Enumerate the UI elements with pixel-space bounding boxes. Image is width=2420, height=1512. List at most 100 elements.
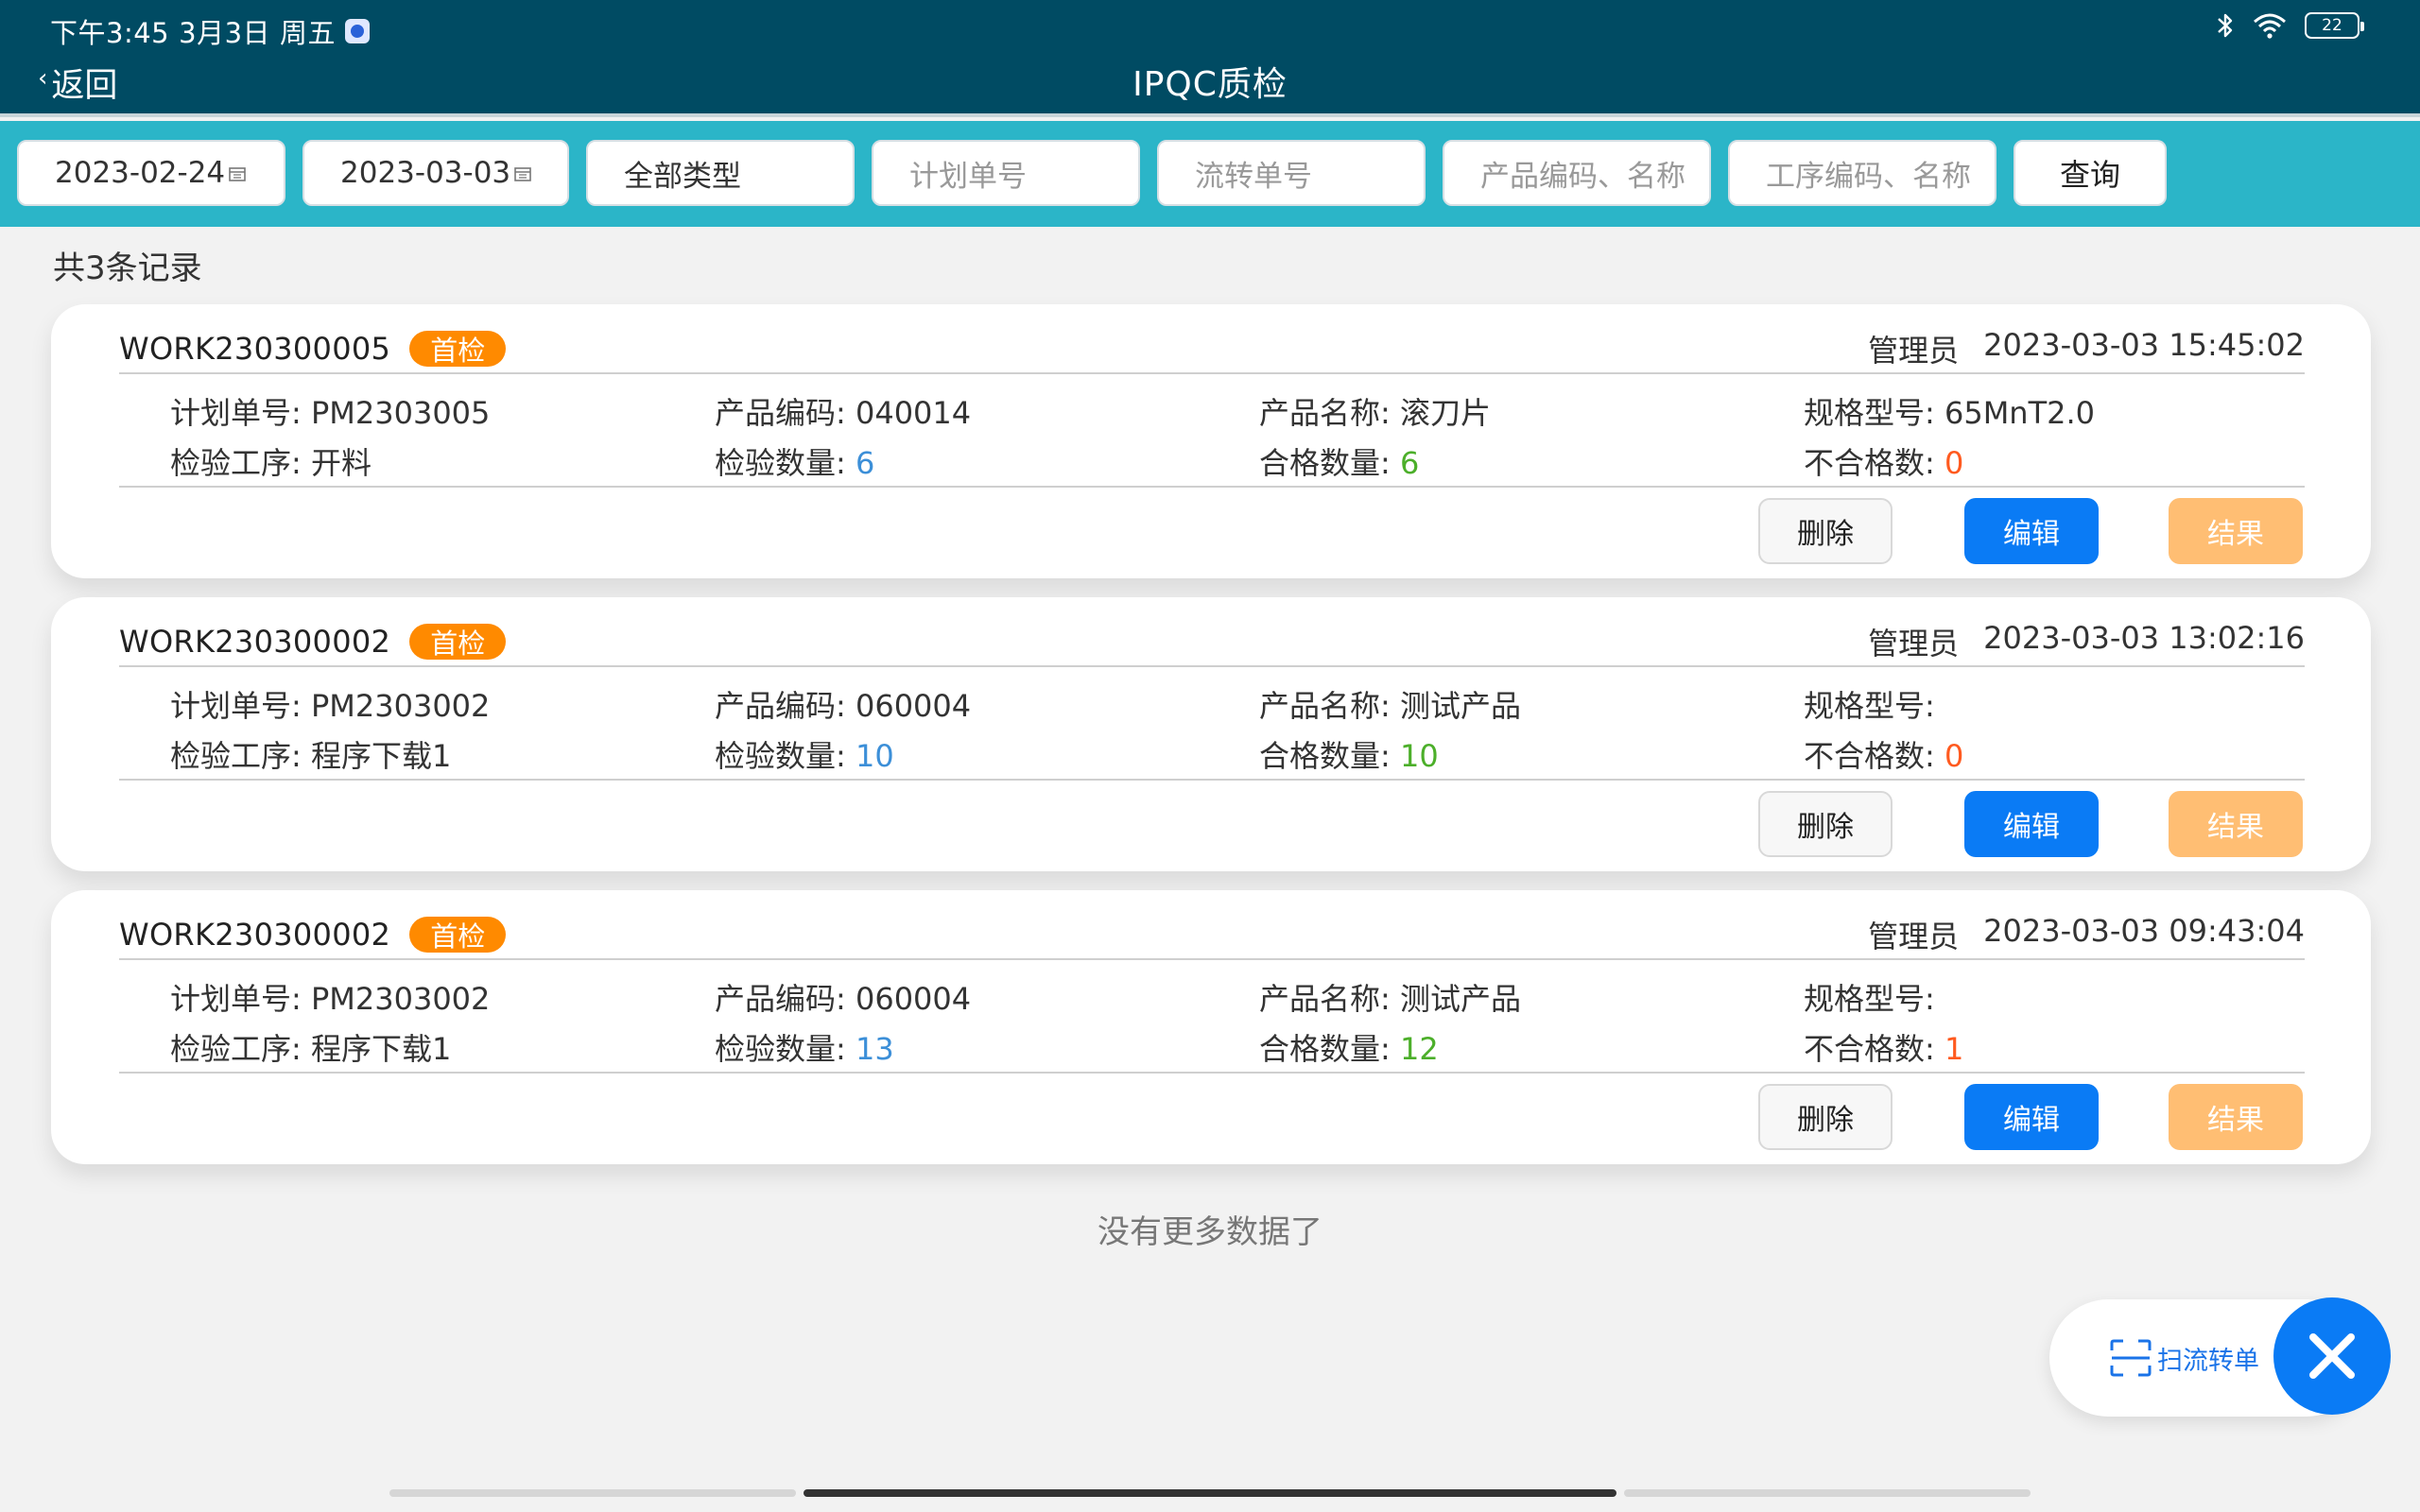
- gesture-bar-right: [1624, 1489, 2031, 1497]
- work-order-no: WORK230300005: [119, 331, 391, 367]
- divider: [119, 665, 2305, 667]
- home-indicator[interactable]: [804, 1489, 1616, 1497]
- status-bar-right: 22: [2216, 11, 2364, 40]
- result-button[interactable]: 结果: [2169, 498, 2303, 564]
- pass-qty-label: 合格数量:: [1259, 1031, 1391, 1067]
- plan-no-value: PM2303005: [310, 395, 491, 431]
- result-button[interactable]: 结果: [2169, 1084, 2303, 1150]
- inspect-qty-field: 检验数量: 6: [715, 439, 874, 483]
- pass-qty-field: 合格数量: 10: [1259, 732, 1439, 776]
- product-name-label: 产品名称:: [1259, 981, 1391, 1017]
- no-more-data: 没有更多数据了: [1098, 1213, 1322, 1251]
- end-date-picker[interactable]: 2023-03-03: [302, 140, 569, 206]
- inspect-qty-field: 检验数量: 10: [715, 732, 894, 776]
- record-meta: 管理员 2023-03-03 13:02:16: [1868, 620, 2305, 663]
- product-code-label: 产品编码:: [715, 688, 846, 724]
- edit-button[interactable]: 编辑: [1964, 498, 2099, 564]
- record-header: WORK230300002 首检 管理员 2023-03-03 13:02:16: [119, 618, 2305, 665]
- plan-no-field: 计划单号: PM2303002: [170, 975, 490, 1019]
- product-name-field: 产品名称: 测试产品: [1259, 682, 1521, 726]
- plan-no-label: 计划单号:: [170, 395, 302, 431]
- product-input[interactable]: 产品编码、名称: [1443, 140, 1711, 206]
- spec-label: 规格型号:: [1804, 981, 1935, 1017]
- process-input[interactable]: 工序编码、名称: [1728, 140, 1996, 206]
- status-time: 下午3:45: [50, 17, 170, 49]
- divider: [119, 779, 2305, 781]
- scan-icon: [2110, 1339, 2152, 1377]
- inspect-qty-field: 检验数量: 13: [715, 1025, 894, 1069]
- wifi-icon: [2254, 13, 2286, 39]
- fail-qty-value: 0: [1944, 738, 1964, 774]
- inspection-time: 2023-03-03 15:45:02: [1983, 327, 2305, 363]
- inspect-qty-label: 检验数量:: [715, 738, 846, 774]
- process-label: 检验工序:: [170, 1031, 302, 1067]
- filter-bar: 2023-02-24 2023-03-03 全部类型 计划单号 流转单号 产品编…: [0, 121, 2420, 227]
- plan-no-label: 计划单号:: [170, 981, 302, 1017]
- inspection-time: 2023-03-03 13:02:16: [1983, 620, 2305, 656]
- delete-button[interactable]: 删除: [1758, 1084, 1893, 1150]
- delete-button[interactable]: 删除: [1758, 498, 1893, 564]
- pass-qty-field: 合格数量: 12: [1259, 1025, 1439, 1069]
- product-code-field: 产品编码: 040014: [715, 389, 971, 433]
- product-name-value: 测试产品: [1399, 688, 1521, 724]
- flow-no-input[interactable]: 流转单号: [1157, 140, 1426, 206]
- spec-label: 规格型号:: [1804, 688, 1935, 724]
- delete-button[interactable]: 删除: [1758, 791, 1893, 857]
- process-field: 检验工序: 程序下载1: [170, 1025, 451, 1069]
- spec-label: 规格型号:: [1804, 395, 1935, 431]
- process-label: 检验工序:: [170, 445, 302, 481]
- product-code-field: 产品编码: 060004: [715, 975, 971, 1019]
- result-button[interactable]: 结果: [2169, 791, 2303, 857]
- fail-qty-label: 不合格数:: [1804, 445, 1935, 481]
- inspection-type-badge: 首检: [409, 917, 507, 953]
- start-date-value: 2023-02-24: [55, 156, 226, 190]
- product-code-value: 060004: [855, 688, 972, 724]
- spec-value: 65MnT2.0: [1944, 395, 2096, 431]
- type-select-value: 全部类型: [624, 159, 741, 194]
- plan-no-value: PM2303002: [310, 981, 491, 1017]
- divider: [119, 1072, 2305, 1074]
- gesture-bar-left: [389, 1489, 796, 1497]
- fail-qty-value: 0: [1944, 445, 1964, 481]
- edit-button[interactable]: 编辑: [1964, 1084, 2099, 1150]
- plan-no-label: 计划单号:: [170, 688, 302, 724]
- battery-icon: 22: [2305, 12, 2364, 39]
- record-card[interactable]: WORK230300005 首检 管理员 2023-03-03 15:45:02…: [51, 304, 2371, 578]
- inspection-time: 2023-03-03 09:43:04: [1983, 913, 2305, 949]
- product-code-value: 040014: [855, 395, 972, 431]
- fail-qty-value: 1: [1944, 1031, 1964, 1067]
- process-field: 检验工序: 开料: [170, 439, 372, 483]
- flow-no-placeholder: 流转单号: [1195, 159, 1312, 194]
- end-date-value: 2023-03-03: [340, 156, 511, 190]
- pass-qty-value: 12: [1399, 1031, 1439, 1067]
- process-label: 检验工序:: [170, 738, 302, 774]
- work-order-no: WORK230300002: [119, 917, 391, 953]
- inspect-qty-value: 13: [855, 1031, 894, 1067]
- record-card[interactable]: WORK230300002 首检 管理员 2023-03-03 13:02:16…: [51, 597, 2371, 871]
- start-date-picker[interactable]: 2023-02-24: [17, 140, 285, 206]
- process-value: 开料: [310, 445, 372, 481]
- close-fab-button[interactable]: [2273, 1297, 2391, 1415]
- page-title: IPQC质检: [1132, 65, 1288, 104]
- spec-field: 规格型号:: [1804, 975, 1935, 1019]
- bluetooth-icon: [2218, 13, 2233, 38]
- plan-no-field: 计划单号: PM2303005: [170, 389, 490, 433]
- status-bar-left: 下午3:45 3月3日 周五: [50, 11, 371, 51]
- product-code-value: 060004: [855, 981, 972, 1017]
- inspector-name: 管理员: [1868, 919, 1960, 954]
- plan-no-placeholder: 计划单号: [909, 159, 1027, 194]
- process-placeholder: 工序编码、名称: [1766, 159, 1971, 194]
- query-button[interactable]: 查询: [2014, 140, 2167, 206]
- product-name-value: 滚刀片: [1399, 395, 1491, 431]
- plan-no-input[interactable]: 计划单号: [872, 140, 1140, 206]
- record-header: WORK230300002 首检 管理员 2023-03-03 09:43:04: [119, 911, 2305, 958]
- type-select[interactable]: 全部类型: [586, 140, 855, 206]
- spec-field: 规格型号: 65MnT2.0: [1804, 389, 2095, 433]
- edit-button[interactable]: 编辑: [1964, 791, 2099, 857]
- plan-no-field: 计划单号: PM2303002: [170, 682, 490, 726]
- record-card[interactable]: WORK230300002 首检 管理员 2023-03-03 09:43:04…: [51, 890, 2371, 1164]
- product-code-label: 产品编码:: [715, 981, 846, 1017]
- product-name-field: 产品名称: 测试产品: [1259, 975, 1521, 1019]
- inspector-name: 管理员: [1868, 333, 1960, 369]
- inspect-qty-value: 6: [855, 445, 875, 481]
